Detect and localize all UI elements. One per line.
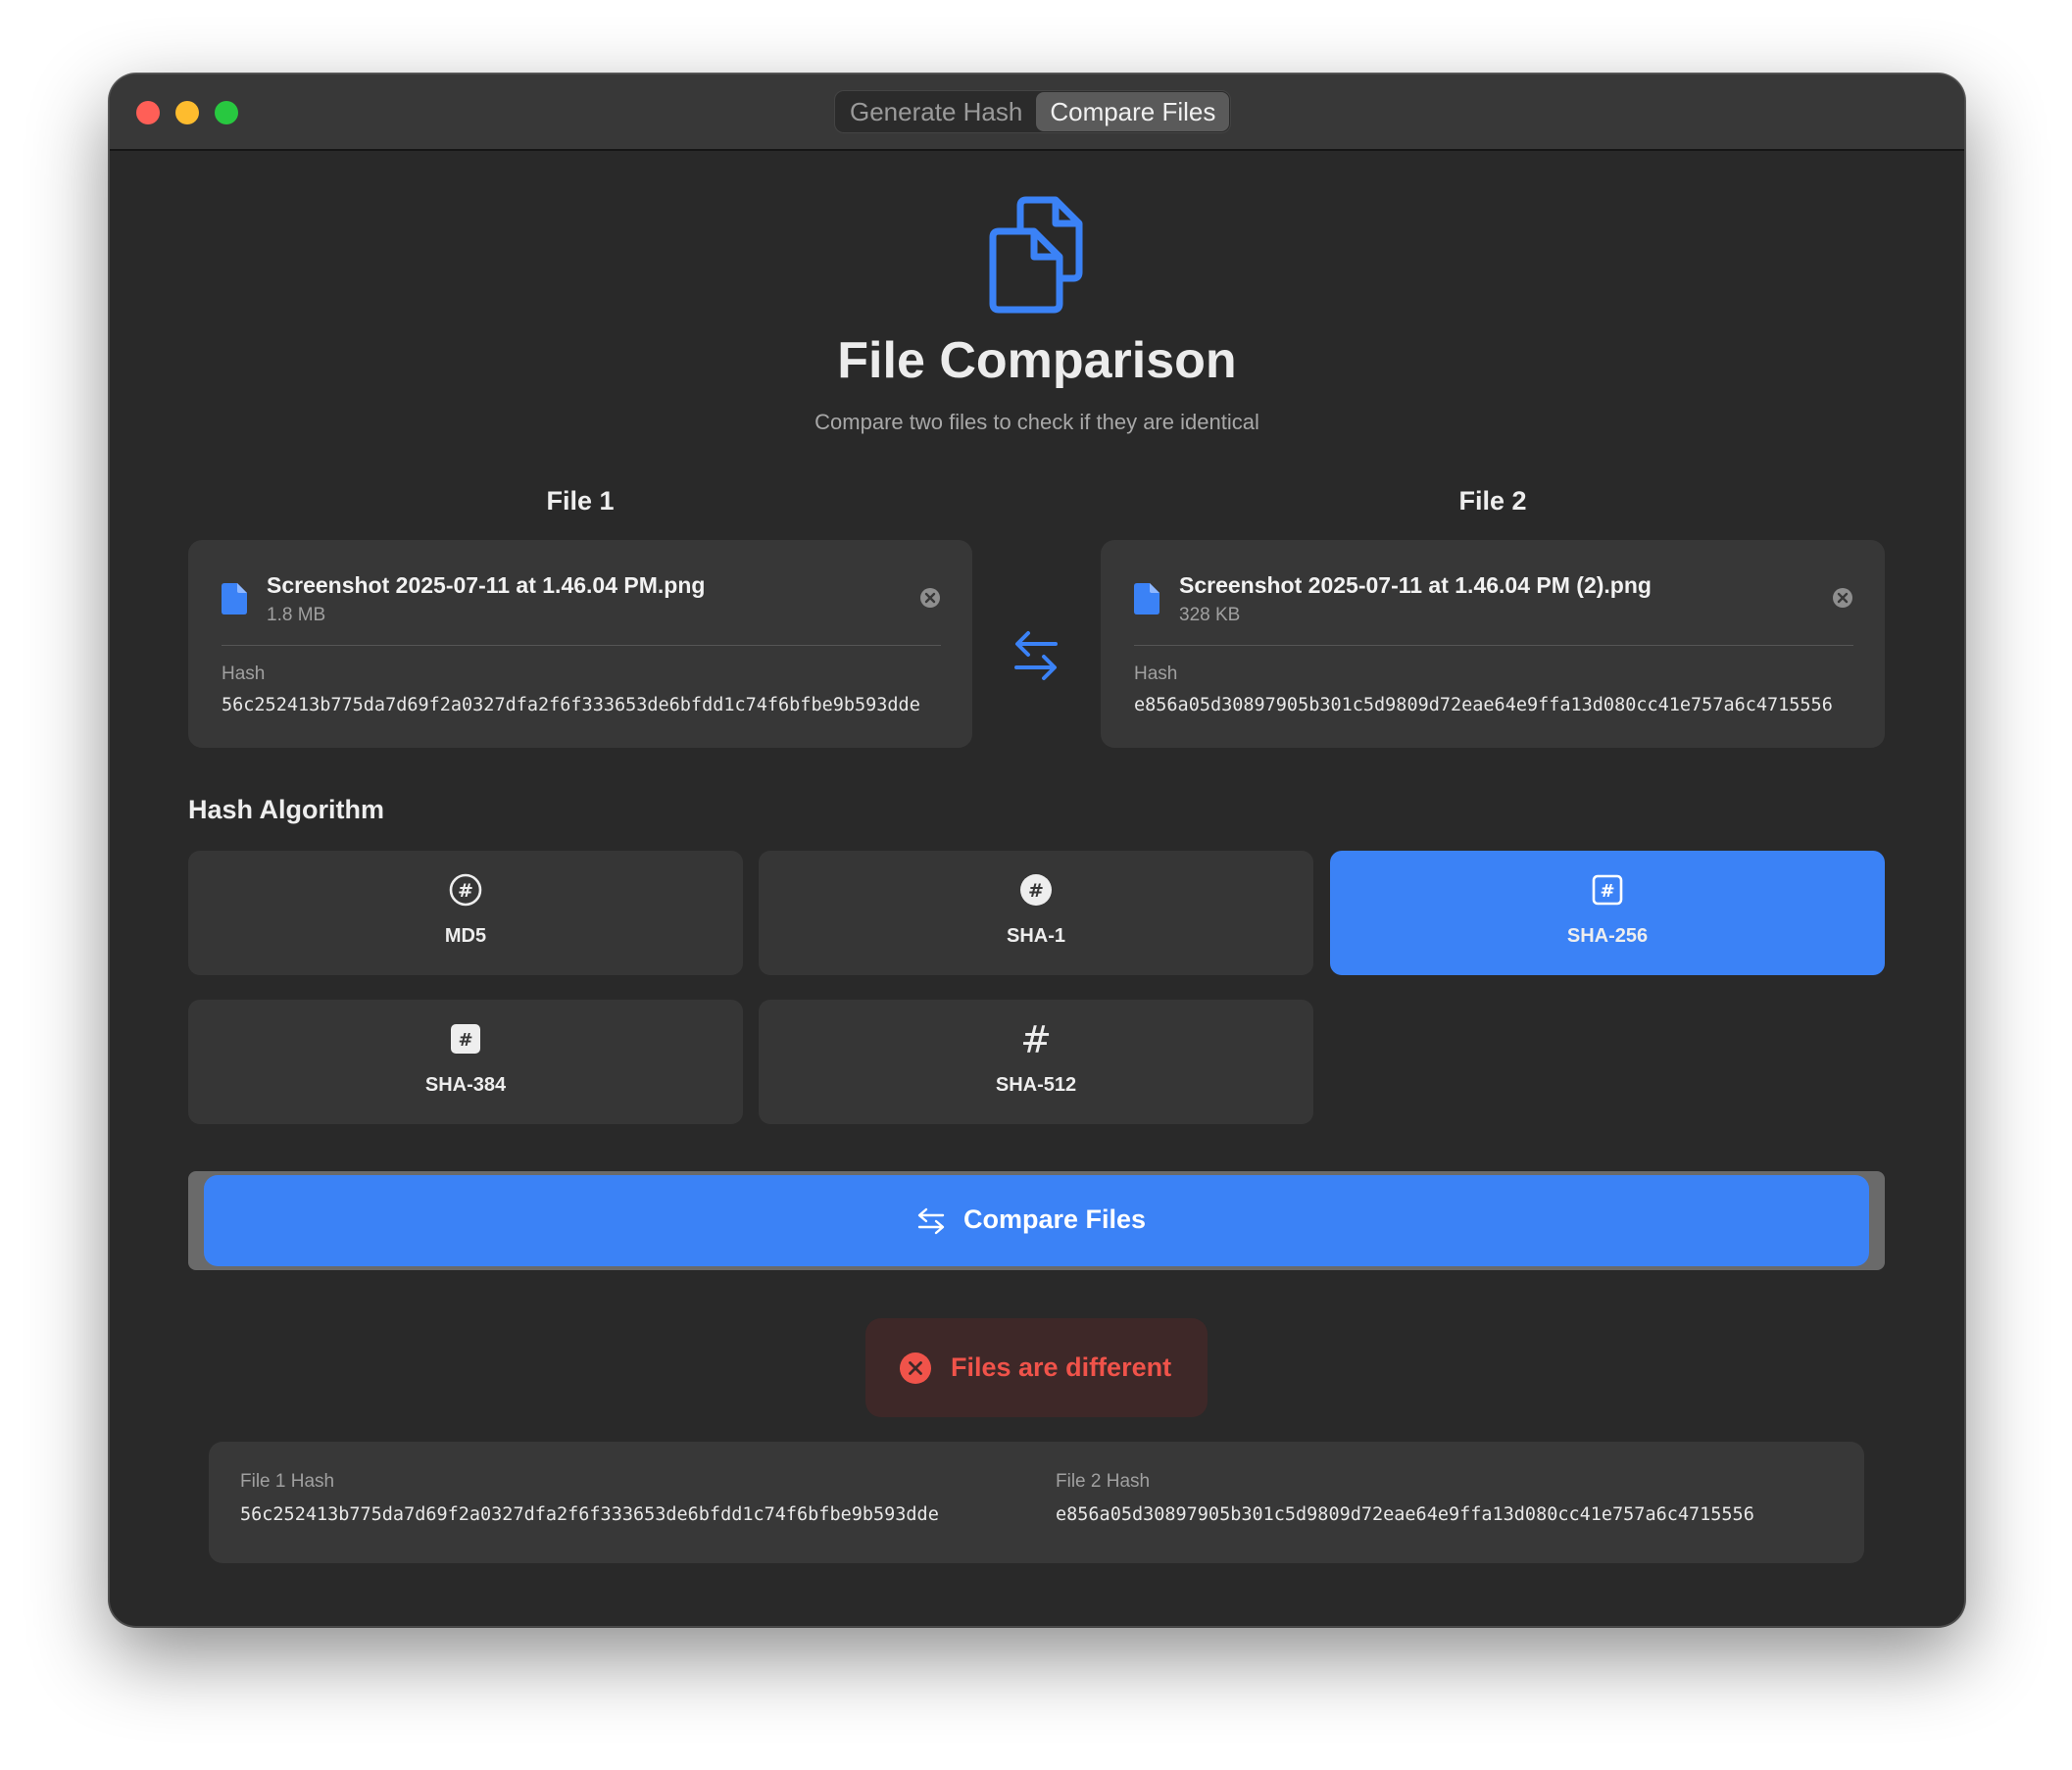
summary-file2-hash: e856a05d30897905b301c5d9809d72eae64e9ffa…	[1056, 1504, 1754, 1525]
app-window: Generate Hash Compare Files File Compari…	[109, 74, 1965, 1627]
algorithm-label: SHA-512	[995, 1074, 1077, 1096]
file2-size: 328 KB	[1179, 605, 1241, 625]
page-subtitle: Compare two files to check if they are i…	[814, 410, 1259, 434]
tab-compare-files[interactable]: Compare Files	[1036, 92, 1230, 131]
algorithm-sha384-button[interactable]: # SHA-384	[188, 1000, 743, 1124]
file1-name: Screenshot 2025-07-11 at 1.46.04 PM.png	[267, 572, 706, 598]
algorithm-label: SHA-256	[1566, 925, 1649, 947]
mode-tab-bar: Generate Hash Compare Files	[834, 90, 1232, 133]
hash-summary-panel: File 1 Hash 56c252413b775da7d69f2a0327df…	[209, 1442, 1864, 1563]
summary-file2-label: File 2 Hash	[1056, 1471, 1151, 1492]
number-circle-filled-icon: #	[1020, 874, 1052, 906]
file2-hash-label: Hash	[1134, 664, 1178, 684]
number-sign-icon: #	[1020, 1021, 1052, 1057]
algorithm-label: MD5	[444, 925, 487, 947]
compare-button-frame: Compare Files	[188, 1171, 1885, 1270]
tab-generate-hash[interactable]: Generate Hash	[836, 92, 1036, 131]
svg-text:#: #	[458, 1030, 472, 1051]
algorithm-sha256-button[interactable]: # SHA-256	[1330, 851, 1885, 975]
swap-files-icon[interactable]	[1012, 628, 1060, 683]
hash-algorithm-heading: Hash Algorithm	[188, 795, 385, 824]
number-square-filled-icon: #	[451, 1024, 480, 1054]
compare-files-label: Compare Files	[963, 1205, 1147, 1234]
file2-hash-value: e856a05d30897905b301c5d9809d72eae64e9ffa…	[1134, 695, 1833, 715]
svg-text:#: #	[1600, 881, 1614, 902]
clear-file2-icon[interactable]	[1832, 587, 1853, 609]
algorithm-label: SHA-384	[424, 1074, 507, 1096]
number-circle-outline-icon: #	[449, 873, 482, 907]
document-icon	[1134, 583, 1159, 615]
page-title: File Comparison	[837, 332, 1237, 389]
file1-size: 1.8 MB	[267, 605, 326, 625]
file1-card[interactable]: Screenshot 2025-07-11 at 1.46.04 PM.png …	[188, 540, 972, 748]
svg-text:#: #	[1028, 880, 1044, 902]
number-square-outline-icon: #	[1592, 874, 1623, 906]
minimize-window-button[interactable]	[175, 101, 199, 124]
file1-hash-value: 56c252413b775da7d69f2a0327dfa2f6f333653d…	[222, 695, 920, 715]
file1-label: File 1	[546, 486, 615, 516]
file1-hash-label: Hash	[222, 664, 266, 684]
compare-files-button[interactable]: Compare Files	[204, 1175, 1869, 1266]
file2-card[interactable]: Screenshot 2025-07-11 at 1.46.04 PM (2).…	[1101, 540, 1885, 748]
summary-file1-hash: 56c252413b775da7d69f2a0327dfa2f6f333653d…	[240, 1504, 939, 1525]
algorithm-label: SHA-1	[1006, 925, 1065, 947]
svg-text:#: #	[458, 880, 473, 902]
documents-icon	[989, 196, 1083, 314]
arrows-swap-icon	[917, 1207, 945, 1235]
card-divider	[222, 645, 941, 646]
x-circle-icon	[900, 1352, 931, 1384]
algorithm-sha512-button[interactable]: # SHA-512	[759, 1000, 1313, 1124]
algorithm-sha1-button[interactable]: # SHA-1	[759, 851, 1313, 975]
file2-label: File 2	[1458, 486, 1527, 516]
file2-name: Screenshot 2025-07-11 at 1.46.04 PM (2).…	[1179, 572, 1652, 598]
summary-file1-label: File 1 Hash	[240, 1471, 335, 1492]
comparison-result-text: Files are different	[951, 1352, 1172, 1382]
clear-file1-icon[interactable]	[919, 587, 941, 609]
comparison-result-badge: Files are different	[865, 1318, 1208, 1417]
algorithm-md5-button[interactable]: # MD5	[188, 851, 743, 975]
title-bar: Generate Hash Compare Files	[110, 74, 1964, 151]
svg-text:#: #	[1020, 1021, 1052, 1057]
zoom-window-button[interactable]	[215, 101, 238, 124]
close-window-button[interactable]	[136, 101, 160, 124]
document-icon	[222, 583, 247, 615]
card-divider	[1134, 645, 1853, 646]
